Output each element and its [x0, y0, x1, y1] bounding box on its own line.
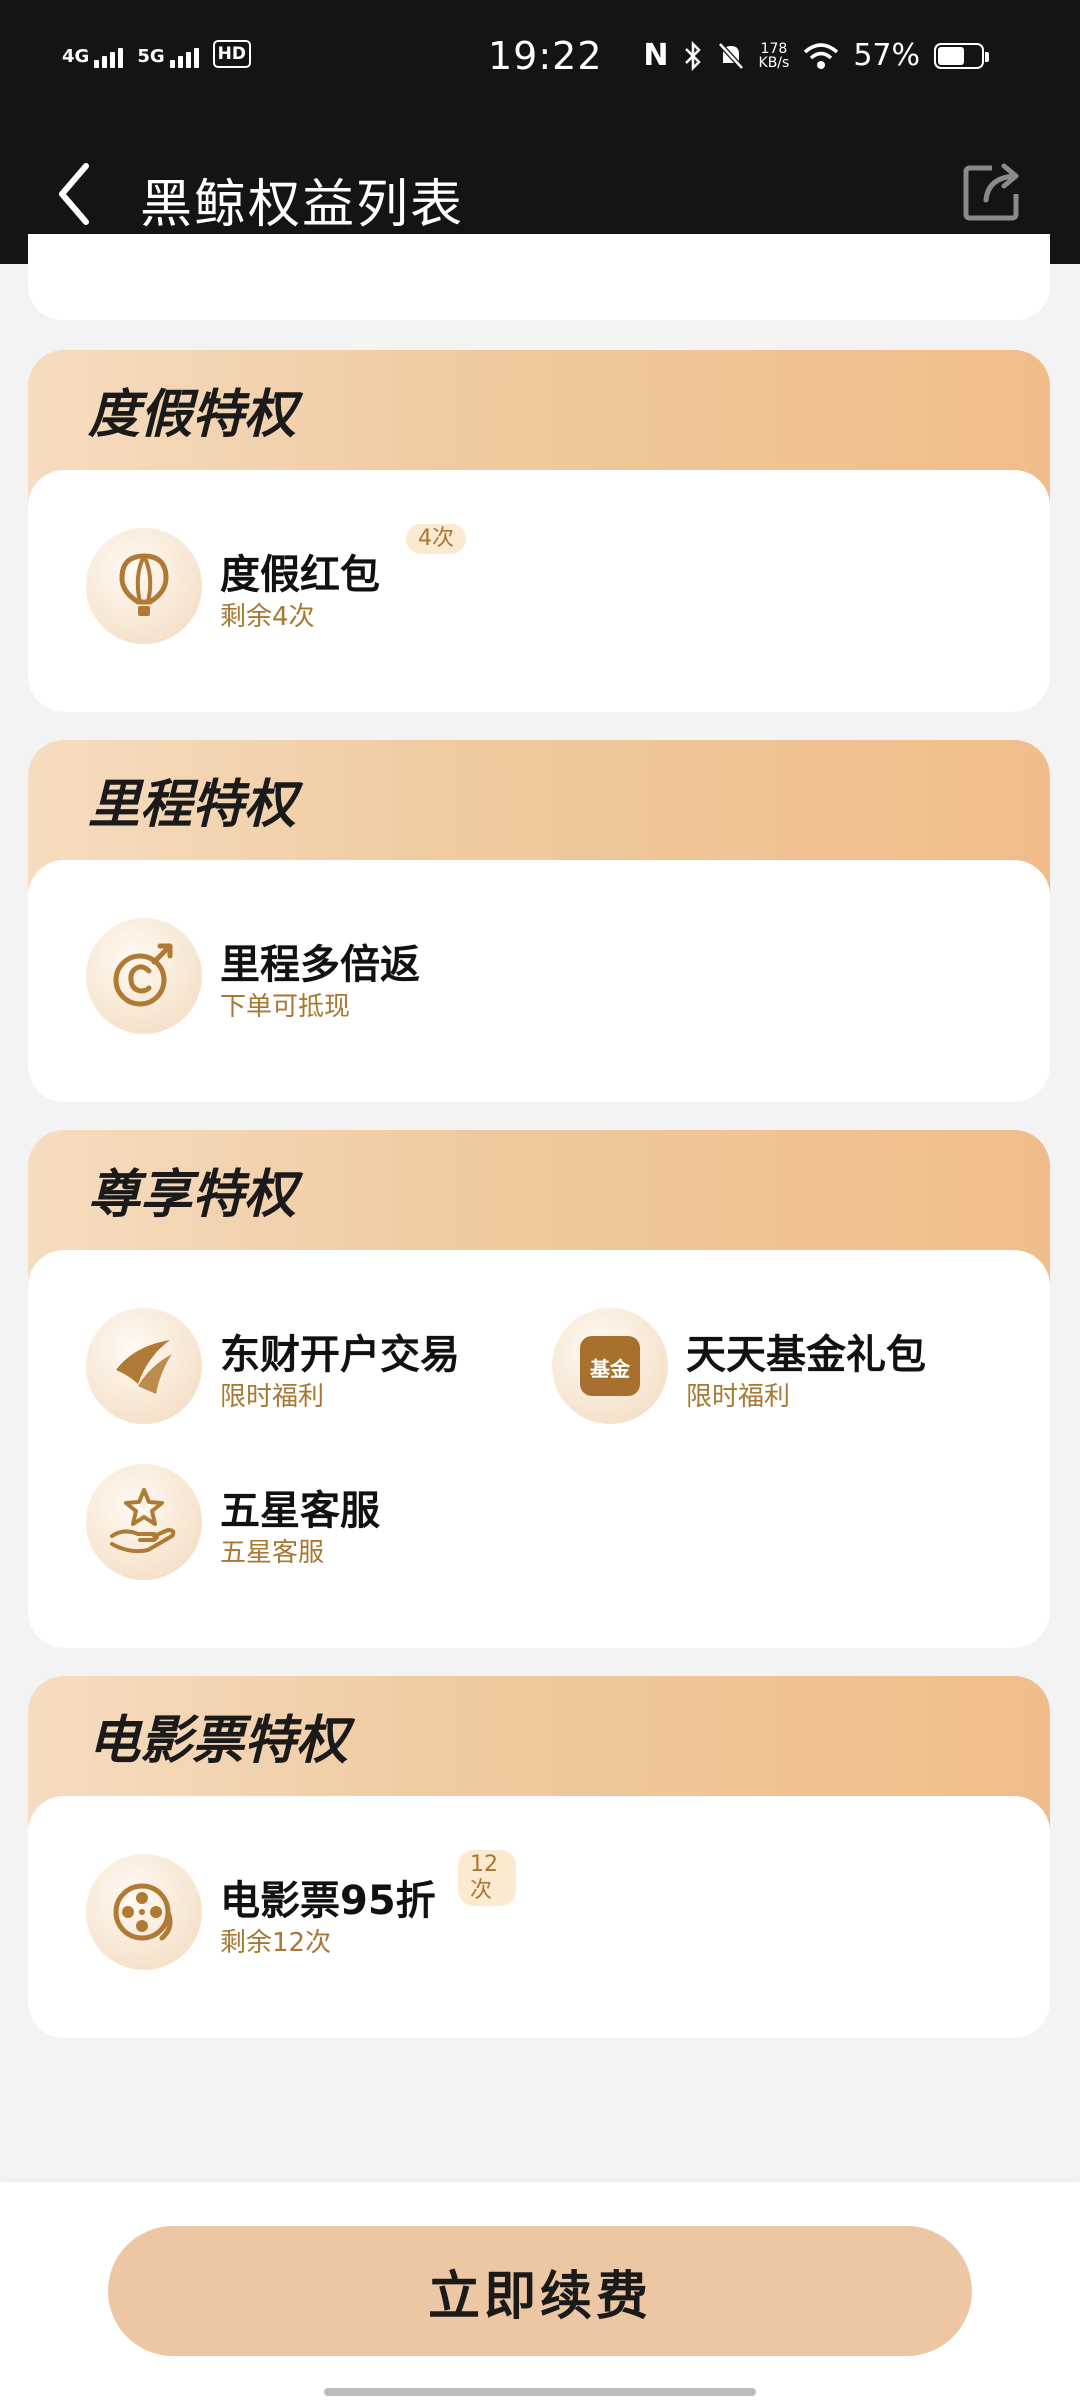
section-title: 里程特权	[88, 775, 297, 835]
benefit-subtitle: 限时福利	[686, 1382, 791, 1412]
section-body: 里程多倍返 下单可抵现	[28, 860, 1050, 1102]
mileage-coin-icon	[86, 918, 202, 1034]
benefit-item-movie-discount[interactable]: 电影票95折 12次 剩余12次	[86, 1850, 516, 1974]
section-mileage: 里程特权 里程多倍返 下单可抵现	[28, 740, 1050, 1102]
fund-logo-text: 基金	[590, 1357, 631, 1381]
status-bar: 4G 5G HD 19:22 N 178 KB/s 57%	[0, 0, 1080, 124]
status-right: N 178 KB/s 57%	[643, 38, 989, 73]
status-time: 19:22	[488, 34, 603, 78]
section-vacation: 度假特权 度假红包 4次 剩余4次	[28, 350, 1050, 712]
network-speed: 178 KB/s	[758, 40, 790, 71]
benefit-item-mileage-multiplier[interactable]: 里程多倍返 下单可抵现	[86, 918, 516, 1038]
benefit-subtitle: 下单可抵现	[220, 992, 351, 1022]
bluetooth-icon	[684, 40, 701, 71]
section-movie-ticket: 电影票特权 电影票95折 12次 剩余12次	[28, 1676, 1050, 2038]
back-arrow-icon	[59, 163, 89, 225]
back-button[interactable]	[44, 154, 124, 234]
status-left: 4G 5G HD	[62, 40, 251, 68]
share-icon	[963, 163, 1019, 221]
benefit-name: 电影票95折	[220, 1878, 436, 1924]
section-title: 电影票特权	[88, 1711, 349, 1771]
renew-now-button[interactable]: 立即续费	[108, 2226, 972, 2356]
section-body: 度假红包 4次 剩余4次	[28, 470, 1050, 712]
benefit-item-eastmoney[interactable]: 东财开户交易 限时福利	[86, 1308, 516, 1428]
star-hand-icon	[86, 1464, 202, 1580]
page-title: 黑鲸权益列表	[140, 175, 465, 235]
count-badge: 4次	[406, 524, 466, 554]
battery-percent: 57%	[853, 38, 920, 73]
benefit-name: 里程多倍返	[220, 942, 420, 988]
section-body: 电影票95折 12次 剩余12次	[28, 1796, 1050, 2038]
share-button[interactable]	[958, 156, 1028, 226]
section-body: 东财开户交易 限时福利 基金 天天基金礼包 限时福利 五星客服 五星客服	[28, 1250, 1050, 1648]
nfc-icon: N	[643, 38, 669, 73]
home-indicator[interactable]	[324, 2388, 756, 2396]
hd-voice-icon: HD	[212, 40, 251, 68]
film-reel-icon	[86, 1854, 202, 1970]
benefit-name: 五星客服	[220, 1488, 380, 1534]
eastmoney-logo-icon	[86, 1308, 202, 1424]
benefit-subtitle: 剩余4次	[220, 602, 315, 632]
benefit-name: 度假红包	[220, 552, 380, 598]
benefit-subtitle: 限时福利	[220, 1382, 325, 1412]
battery-icon	[934, 42, 989, 69]
signal-5g-icon: 5G	[137, 48, 199, 68]
fund-logo-icon: 基金	[552, 1308, 668, 1424]
benefit-name: 东财开户交易	[220, 1332, 460, 1378]
section-exclusive: 尊享特权 东财开户交易 限时福利 基金 天天基金礼包 限时福利 五星客服 五星客…	[28, 1130, 1050, 1648]
benefit-item-vacation-redpacket[interactable]: 度假红包 4次 剩余4次	[86, 524, 516, 648]
benefit-name: 天天基金礼包	[686, 1332, 926, 1378]
count-badge: 12次	[458, 1850, 516, 1906]
hot-air-balloon-icon	[86, 528, 202, 644]
benefit-subtitle: 五星客服	[220, 1538, 325, 1568]
wifi-icon	[804, 42, 839, 69]
section-title: 度假特权	[88, 385, 297, 445]
previous-card-bottom	[28, 234, 1050, 320]
signal-4g-icon: 4G	[62, 48, 124, 68]
mute-bell-icon	[717, 41, 744, 70]
section-title: 尊享特权	[88, 1165, 297, 1225]
benefit-item-five-star-service[interactable]: 五星客服 五星客服	[86, 1464, 516, 1584]
benefit-subtitle: 剩余12次	[220, 1928, 332, 1958]
benefit-item-tiantian-fund[interactable]: 基金 天天基金礼包 限时福利	[552, 1308, 982, 1428]
bottom-action-bar: 立即续费	[0, 2182, 1080, 2400]
